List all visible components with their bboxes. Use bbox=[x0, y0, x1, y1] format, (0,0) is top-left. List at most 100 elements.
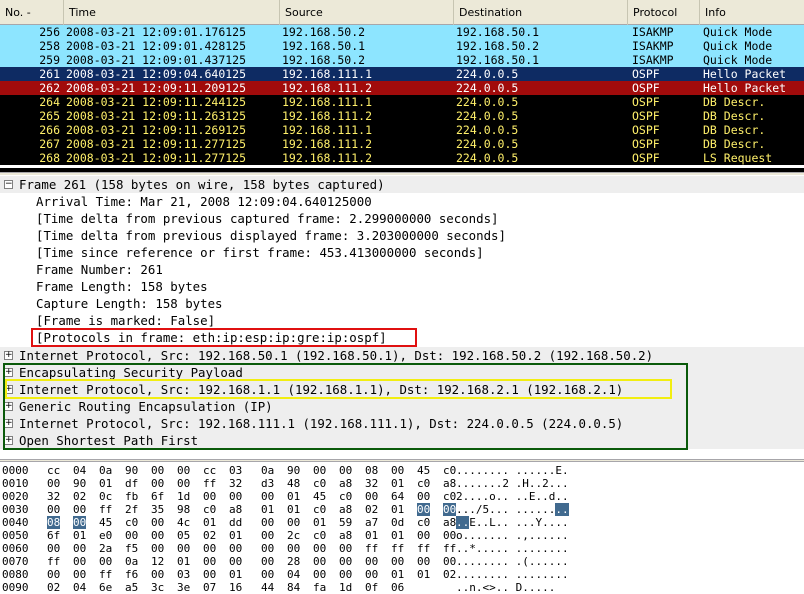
hex-byte[interactable]: 00 bbox=[261, 568, 274, 581]
hex-byte[interactable]: f5 bbox=[125, 542, 138, 555]
hex-byte[interactable]: 00 bbox=[203, 490, 216, 503]
hex-byte[interactable]: 0d bbox=[391, 516, 404, 529]
hex-byte[interactable]: 00 bbox=[229, 542, 242, 555]
hex-byte[interactable]: 00 bbox=[177, 464, 190, 477]
packet-details-pane[interactable]: − Frame 261 (158 bytes on wire, 158 bytes… bbox=[0, 175, 804, 459]
hex-byte[interactable]: d3 bbox=[261, 477, 274, 490]
hex-byte[interactable]: 00 bbox=[391, 555, 404, 568]
hex-byte[interactable]: 00 bbox=[73, 568, 86, 581]
hex-byte[interactable]: c0 bbox=[443, 464, 456, 477]
hex-ascii[interactable]: ..*..... ........ bbox=[456, 542, 569, 555]
hex-byte[interactable]: 01 bbox=[261, 503, 274, 516]
packet-row[interactable]: 267 2008-03-21 12:09:11.277125 192.168.111… bbox=[0, 137, 804, 151]
packet-bytes-pane[interactable]: 0000 cc 04 0a 90 00 00 cc 03 0a 90 00 00 08 00 45 c0....… bbox=[0, 462, 804, 594]
hex-byte[interactable]: 01 bbox=[229, 529, 242, 542]
hex-byte[interactable]: 00 bbox=[125, 529, 138, 542]
hex-byte[interactable]: 00 bbox=[417, 555, 430, 568]
hex-byte[interactable]: 01 bbox=[287, 490, 300, 503]
hex-byte[interactable]: a7 bbox=[365, 516, 378, 529]
hex-byte[interactable]: 06 bbox=[391, 581, 404, 594]
hex-byte[interactable]: 2c bbox=[287, 529, 300, 542]
tree-leaf[interactable]: Frame Length: 158 bytes bbox=[0, 278, 804, 295]
hex-byte[interactable]: 01 bbox=[417, 568, 430, 581]
hex-byte[interactable]: 98 bbox=[177, 503, 190, 516]
hex-byte[interactable]: a8 bbox=[339, 503, 352, 516]
hex-byte[interactable]: 12 bbox=[151, 555, 164, 568]
hex-ascii[interactable]: ........ .(...... bbox=[456, 555, 569, 568]
hex-byte[interactable]: 00 bbox=[443, 503, 457, 516]
hex-byte[interactable]: 00 bbox=[73, 503, 86, 516]
hex-byte[interactable]: 00 bbox=[99, 555, 112, 568]
hex-byte[interactable]: 02 bbox=[203, 529, 216, 542]
collapse-icon[interactable]: − bbox=[4, 180, 13, 189]
hex-byte[interactable]: 08 bbox=[47, 516, 61, 529]
hex-byte[interactable]: 00 bbox=[151, 529, 164, 542]
hex-byte[interactable]: c0 bbox=[203, 503, 216, 516]
hex-byte[interactable]: 00 bbox=[365, 568, 378, 581]
hex-byte[interactable]: 04 bbox=[73, 464, 86, 477]
hex-byte[interactable]: 00 bbox=[47, 503, 60, 516]
hex-ascii[interactable]: o....... .,...... bbox=[456, 529, 569, 542]
hex-ascii[interactable]: 2....o.. ..E..d.. bbox=[456, 490, 569, 503]
hex-byte[interactable]: 00 bbox=[339, 555, 352, 568]
packet-row[interactable]: 262 2008-03-21 12:09:11.209125 192.168.111… bbox=[0, 81, 804, 95]
hex-byte[interactable]: 08 bbox=[365, 464, 378, 477]
hex-byte[interactable]: 00 bbox=[177, 477, 190, 490]
hex-byte[interactable]: a8 bbox=[339, 477, 352, 490]
hex-byte[interactable]: c0 bbox=[417, 516, 430, 529]
hex-byte[interactable]: 00 bbox=[287, 542, 300, 555]
hex-byte[interactable]: 01 bbox=[365, 529, 378, 542]
column-header-source[interactable]: Source bbox=[280, 0, 454, 25]
tree-node[interactable]: − Frame 261 (158 bytes on wire, 158 bytes… bbox=[0, 176, 804, 193]
packet-row[interactable]: 256 2008-03-21 12:09:01.176125 192.168.50.… bbox=[0, 25, 804, 39]
hex-byte[interactable]: 00 bbox=[47, 568, 60, 581]
hex-byte[interactable]: 04 bbox=[73, 581, 86, 594]
hex-byte[interactable]: 00 bbox=[73, 542, 86, 555]
hex-byte[interactable]: 00 bbox=[229, 490, 242, 503]
hex-byte[interactable]: 0a bbox=[125, 555, 138, 568]
tree-leaf[interactable]: Frame Number: 261 bbox=[0, 261, 804, 278]
hex-byte[interactable]: 00 bbox=[339, 464, 352, 477]
hex-byte[interactable]: 2f bbox=[125, 503, 138, 516]
tree-leaf[interactable]: Arrival Time: Mar 21, 2008 12:09:04.6401… bbox=[0, 193, 804, 210]
hex-byte[interactable]: 00 bbox=[443, 555, 456, 568]
hex-byte[interactable]: 00 bbox=[365, 555, 378, 568]
hex-byte[interactable]: 00 bbox=[313, 542, 326, 555]
packet-row[interactable]: 261 2008-03-21 12:09:04.640125 192.168.111… bbox=[0, 67, 804, 81]
hex-byte[interactable]: 6e bbox=[99, 581, 112, 594]
hex-byte[interactable]: 00 bbox=[47, 477, 60, 490]
hex-byte[interactable]: c0 bbox=[313, 503, 326, 516]
hex-byte[interactable]: 00 bbox=[261, 555, 274, 568]
tree-leaf[interactable]: Capture Length: 158 bytes bbox=[0, 295, 804, 312]
hex-byte[interactable]: c0 bbox=[125, 516, 138, 529]
hex-byte[interactable]: 01 bbox=[73, 529, 86, 542]
hex-byte[interactable]: 00 bbox=[73, 516, 87, 529]
hex-byte[interactable]: 00 bbox=[203, 568, 216, 581]
hex-byte[interactable]: 6f bbox=[151, 490, 164, 503]
tree-node[interactable]: + Internet Protocol, Src: 192.168.50.1 (1… bbox=[0, 347, 804, 364]
hex-byte[interactable]: 00 bbox=[177, 542, 190, 555]
hex-byte[interactable]: 00 bbox=[313, 555, 326, 568]
packet-row[interactable]: 268 2008-03-21 12:09:11.277125 192.168.111… bbox=[0, 151, 804, 165]
hex-ascii[interactable]: ........ ........ bbox=[456, 568, 569, 581]
tree-leaf[interactable]: [Frame is marked: False] bbox=[0, 312, 804, 329]
hex-byte[interactable]: 35 bbox=[151, 503, 164, 516]
hex-byte[interactable]: ff bbox=[99, 503, 112, 516]
packet-row[interactable]: 264 2008-03-21 12:09:11.244125 192.168.111… bbox=[0, 95, 804, 109]
hex-byte[interactable]: 02 bbox=[365, 503, 378, 516]
hex-byte[interactable]: ff bbox=[47, 555, 60, 568]
packet-row[interactable]: 266 2008-03-21 12:09:11.269125 192.168.111… bbox=[0, 123, 804, 137]
hex-byte[interactable]: a8 bbox=[229, 503, 242, 516]
hex-byte[interactable]: 01 bbox=[203, 516, 216, 529]
hex-byte[interactable]: 00 bbox=[417, 490, 430, 503]
hex-byte[interactable]: 00 bbox=[261, 516, 274, 529]
hex-ascii[interactable]: ..E..L.. ...Y.... bbox=[456, 516, 569, 529]
hex-byte[interactable]: c0 bbox=[417, 477, 430, 490]
hex-byte[interactable]: 64 bbox=[391, 490, 404, 503]
packet-row[interactable]: 258 2008-03-21 12:09:01.428125 192.168.50.… bbox=[0, 39, 804, 53]
hex-byte[interactable]: 00 bbox=[151, 477, 164, 490]
hex-byte[interactable]: 05 bbox=[177, 529, 190, 542]
hex-byte[interactable]: 48 bbox=[287, 477, 300, 490]
hex-byte[interactable]: 00 bbox=[443, 529, 456, 542]
hex-byte[interactable]: 32 bbox=[365, 477, 378, 490]
